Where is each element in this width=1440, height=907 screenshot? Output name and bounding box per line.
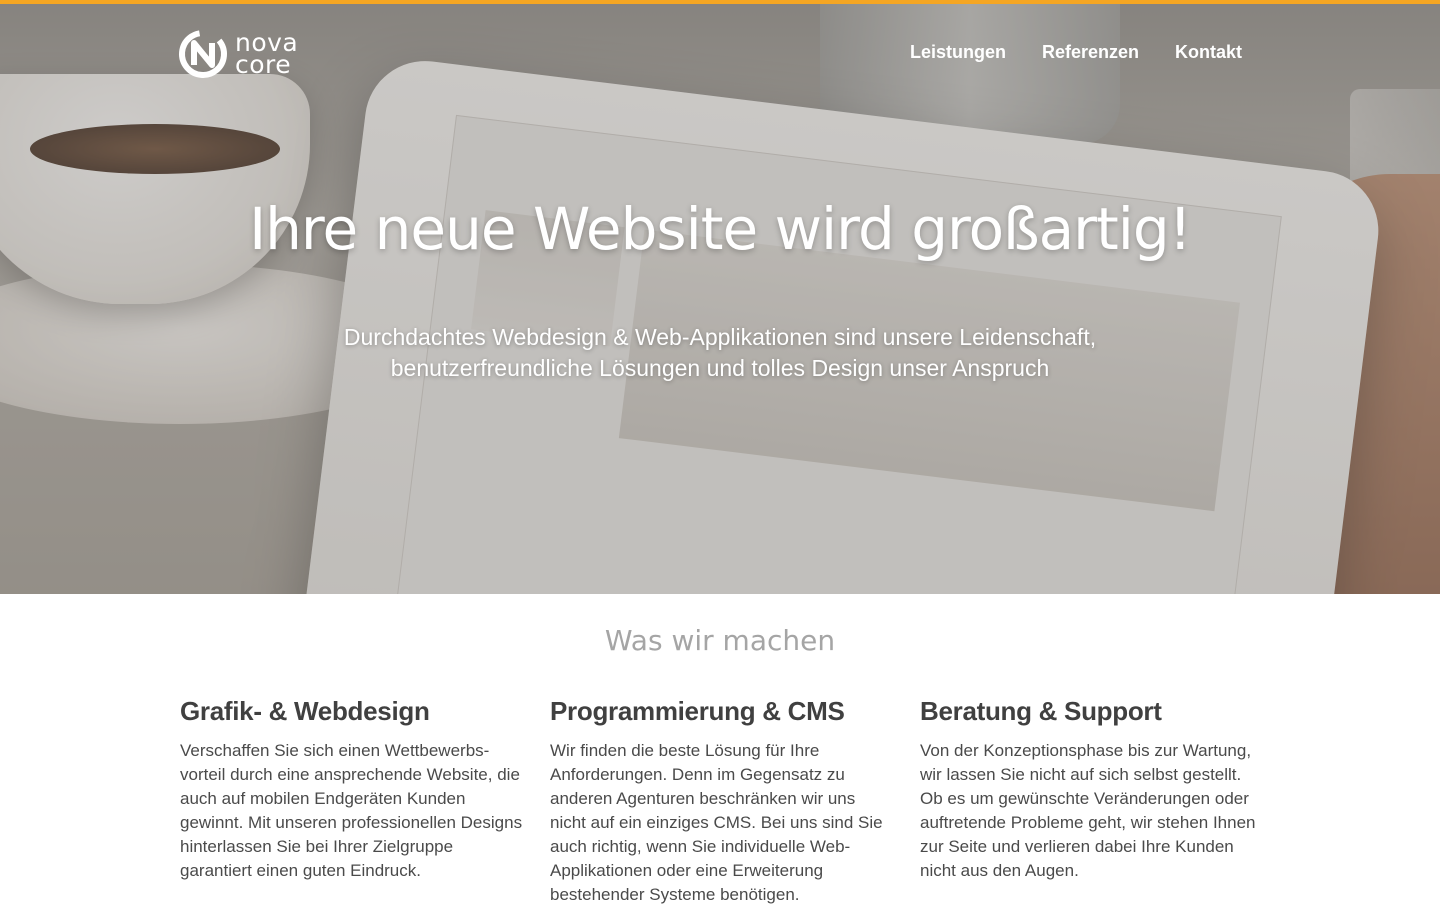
hero-subtitle-line-2: benutzerfreundliche Lösungen und tolles … [390, 355, 1050, 381]
nav-link-kontakt[interactable]: Kontakt [1175, 42, 1242, 63]
service-heading: Beratung & Support [920, 696, 1162, 726]
service-heading: Grafik- & Webdesign [180, 696, 430, 726]
service-text: Verschaffen Sie sich einen Wettbewerbs-v… [180, 741, 523, 880]
service-column-design: Grafik- & Webdesign Verschaffen Sie sich… [180, 696, 525, 883]
service-heading: Programmierung & CMS [550, 696, 845, 726]
nav-link-referenzen[interactable]: Referenzen [1042, 42, 1139, 63]
service-column-programming: Programmierung & CMS Wir finden die best… [550, 696, 895, 907]
logo-line-2: core [235, 50, 292, 79]
top-navigation: nova core Leistungen Referenzen Kontakt [0, 4, 1440, 100]
hero-subtitle: Durchdachtes Webdesign & Web-Applikation… [0, 322, 1440, 384]
service-text: Von der Konzeptionsphase bis zur Wartung… [920, 741, 1256, 880]
accent-top-bar [0, 0, 1440, 4]
hero-title: Ihre neue Website wird großartig! [249, 195, 1192, 263]
main-menu: Leistungen Referenzen Kontakt [910, 42, 1242, 63]
nav-link-leistungen[interactable]: Leistungen [910, 42, 1006, 63]
logo-wordmark: nova core [235, 30, 298, 79]
service-column-consulting: Beratung & Support Von der Konzeptionsph… [920, 696, 1265, 883]
services-section-title: Was wir machen [604, 624, 836, 657]
novacore-logo[interactable]: nova core [177, 26, 327, 82]
hero-subtitle-line-1: Durchdachtes Webdesign & Web-Applikation… [343, 324, 1097, 350]
service-text: Wir finden die beste Lösung für Ihre Anf… [550, 741, 883, 904]
logo-mark-icon [179, 30, 227, 78]
